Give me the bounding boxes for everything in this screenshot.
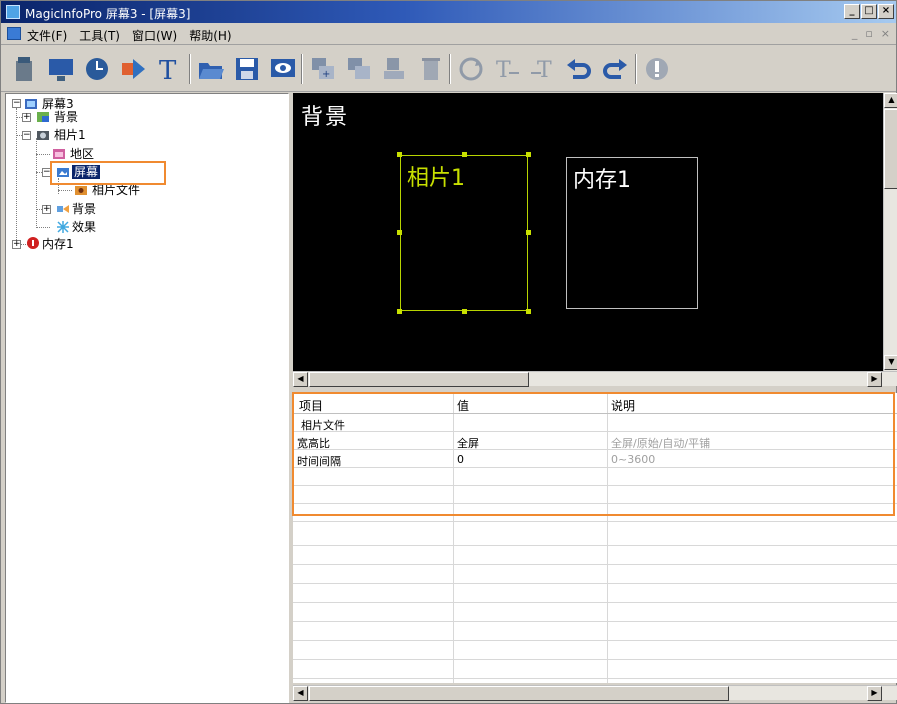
copy-layer-icon[interactable] — [343, 53, 375, 85]
vertical-scroll-thumb[interactable] — [884, 109, 897, 189]
close-button[interactable]: × — [878, 4, 894, 19]
photo-icon — [37, 131, 49, 140]
monitor-icon[interactable] — [45, 53, 77, 85]
empty-row — [293, 605, 897, 622]
add-layer-icon[interactable]: + — [307, 53, 339, 85]
resize-handle-bl[interactable] — [397, 309, 402, 314]
tree-node-root[interactable]: 屏幕3 — [42, 97, 74, 111]
resize-handle-l[interactable] — [397, 230, 402, 235]
resize-handle-br[interactable] — [526, 309, 531, 314]
region-icon — [53, 149, 65, 159]
tree-node-sub-background[interactable]: 背景 — [72, 202, 96, 216]
canvas-vertical-scrollbar[interactable]: ▲ ▼ — [883, 93, 897, 371]
new-screen-icon[interactable] — [9, 53, 41, 85]
info-icon[interactable] — [641, 53, 673, 85]
expand-toggle-background[interactable]: + — [22, 113, 31, 122]
screen-icon — [25, 99, 37, 109]
empty-row — [293, 567, 897, 584]
clock-icon[interactable] — [81, 53, 113, 85]
svg-text:+: + — [322, 69, 330, 80]
tree-node-memory[interactable]: 内存1 — [42, 237, 74, 251]
empty-row — [293, 624, 897, 641]
svg-text:T: T — [537, 58, 552, 83]
resize-handle-tl[interactable] — [397, 152, 402, 157]
tree-node-region[interactable]: 地区 — [70, 147, 94, 161]
empty-row — [293, 529, 897, 546]
empty-row — [293, 548, 897, 565]
text-align-right-icon[interactable]: T — [527, 53, 559, 85]
preview-icon[interactable] — [267, 53, 299, 85]
layer-tree[interactable]: − 屏幕3 + 背景 − 相片1 地区 − 屏幕 相片文件 + 背景 效果 + … — [5, 93, 289, 703]
memory-region[interactable]: 内存1 — [566, 157, 698, 309]
app-icon — [6, 5, 20, 19]
menu-bar: 文件(F) 工具(T) 窗口(W) 帮助(H) _ ▫ × — [1, 23, 896, 45]
tree-node-photo[interactable]: 相片1 — [54, 128, 86, 142]
grid-horizontal-scrollbar[interactable]: ◀ ▶ — [293, 685, 897, 701]
grid-horizontal-scroll-thumb[interactable] — [309, 686, 729, 701]
mdi-minimize-button[interactable]: _ — [852, 27, 858, 40]
resize-handle-r[interactable] — [526, 230, 531, 235]
photo-file-icon — [75, 186, 87, 195]
menu-help[interactable]: 帮助(H) — [189, 27, 231, 44]
undo-icon[interactable] — [563, 53, 595, 85]
refresh-icon[interactable] — [455, 53, 487, 85]
screen-canvas[interactable]: 背景 相片1 内存1 — [293, 93, 883, 371]
expand-toggle-photo[interactable]: − — [22, 131, 31, 140]
memory-region-label: 内存1 — [573, 168, 631, 193]
mdi-restore-button[interactable]: ▫ — [865, 27, 872, 40]
scroll-right-button[interactable]: ▶ — [867, 372, 882, 387]
scroll-left-button[interactable]: ◀ — [293, 372, 308, 387]
expand-toggle-sub-background[interactable]: + — [42, 205, 51, 214]
resize-handle-b[interactable] — [462, 309, 467, 314]
effect-icon — [57, 221, 69, 233]
transfer-icon[interactable] — [117, 53, 149, 85]
background-icon — [37, 112, 49, 122]
scroll-down-button[interactable]: ▼ — [884, 355, 897, 370]
photo-region-label: 相片1 — [407, 166, 465, 191]
grid-scroll-left-button[interactable]: ◀ — [293, 686, 308, 701]
open-folder-icon[interactable] — [195, 53, 227, 85]
grid-scroll-right-button[interactable]: ▶ — [867, 686, 882, 701]
sub-background-icon — [57, 205, 69, 213]
svg-text:T: T — [159, 56, 177, 83]
mdi-close-button[interactable]: × — [881, 27, 890, 40]
stamp-icon[interactable] — [379, 53, 411, 85]
tree-node-effect[interactable]: 效果 — [72, 220, 96, 234]
toolbar: T + T T — [1, 46, 896, 92]
menu-window[interactable]: 窗口(W) — [132, 27, 177, 44]
window-title: MagicInfoPro 屏幕3 - [屏幕3] — [25, 7, 191, 21]
save-icon[interactable] — [231, 53, 263, 85]
title-bar: MagicInfoPro 屏幕3 - [屏幕3] _ □ × — [1, 1, 896, 23]
photo-region[interactable]: 相片1 — [400, 155, 528, 311]
text-align-left-icon[interactable]: T — [491, 53, 523, 85]
canvas-background-label: 背景 — [301, 105, 350, 130]
canvas-horizontal-scrollbar[interactable]: ◀ ▶ — [293, 371, 897, 387]
menu-tools[interactable]: 工具(T) — [79, 27, 120, 44]
text-icon[interactable]: T — [153, 53, 185, 85]
memory-icon — [27, 237, 39, 249]
svg-text:T: T — [496, 58, 511, 83]
horizontal-scroll-thumb[interactable] — [309, 372, 529, 387]
minimize-button[interactable]: _ — [844, 4, 860, 19]
tree-selection-highlight — [50, 161, 166, 185]
empty-row — [293, 643, 897, 660]
empty-row — [293, 662, 897, 679]
resize-handle-t[interactable] — [462, 152, 467, 157]
delete-icon[interactable] — [415, 53, 447, 85]
tree-node-background[interactable]: 背景 — [54, 110, 78, 124]
menu-file[interactable]: 文件(F) — [27, 27, 67, 44]
resize-handle-tr[interactable] — [526, 152, 531, 157]
expand-toggle-root[interactable]: − — [12, 99, 21, 108]
redo-icon[interactable] — [599, 53, 631, 85]
scroll-up-button[interactable]: ▲ — [884, 93, 897, 108]
document-icon — [7, 27, 21, 40]
empty-row — [293, 586, 897, 603]
property-grid-highlight — [292, 392, 895, 516]
expand-toggle-memory[interactable]: + — [12, 240, 21, 249]
maximize-button[interactable]: □ — [861, 4, 877, 19]
app-window: MagicInfoPro 屏幕3 - [屏幕3] _ □ × 文件(F) 工具(… — [0, 0, 897, 704]
tree-node-photo-file[interactable]: 相片文件 — [92, 183, 140, 197]
